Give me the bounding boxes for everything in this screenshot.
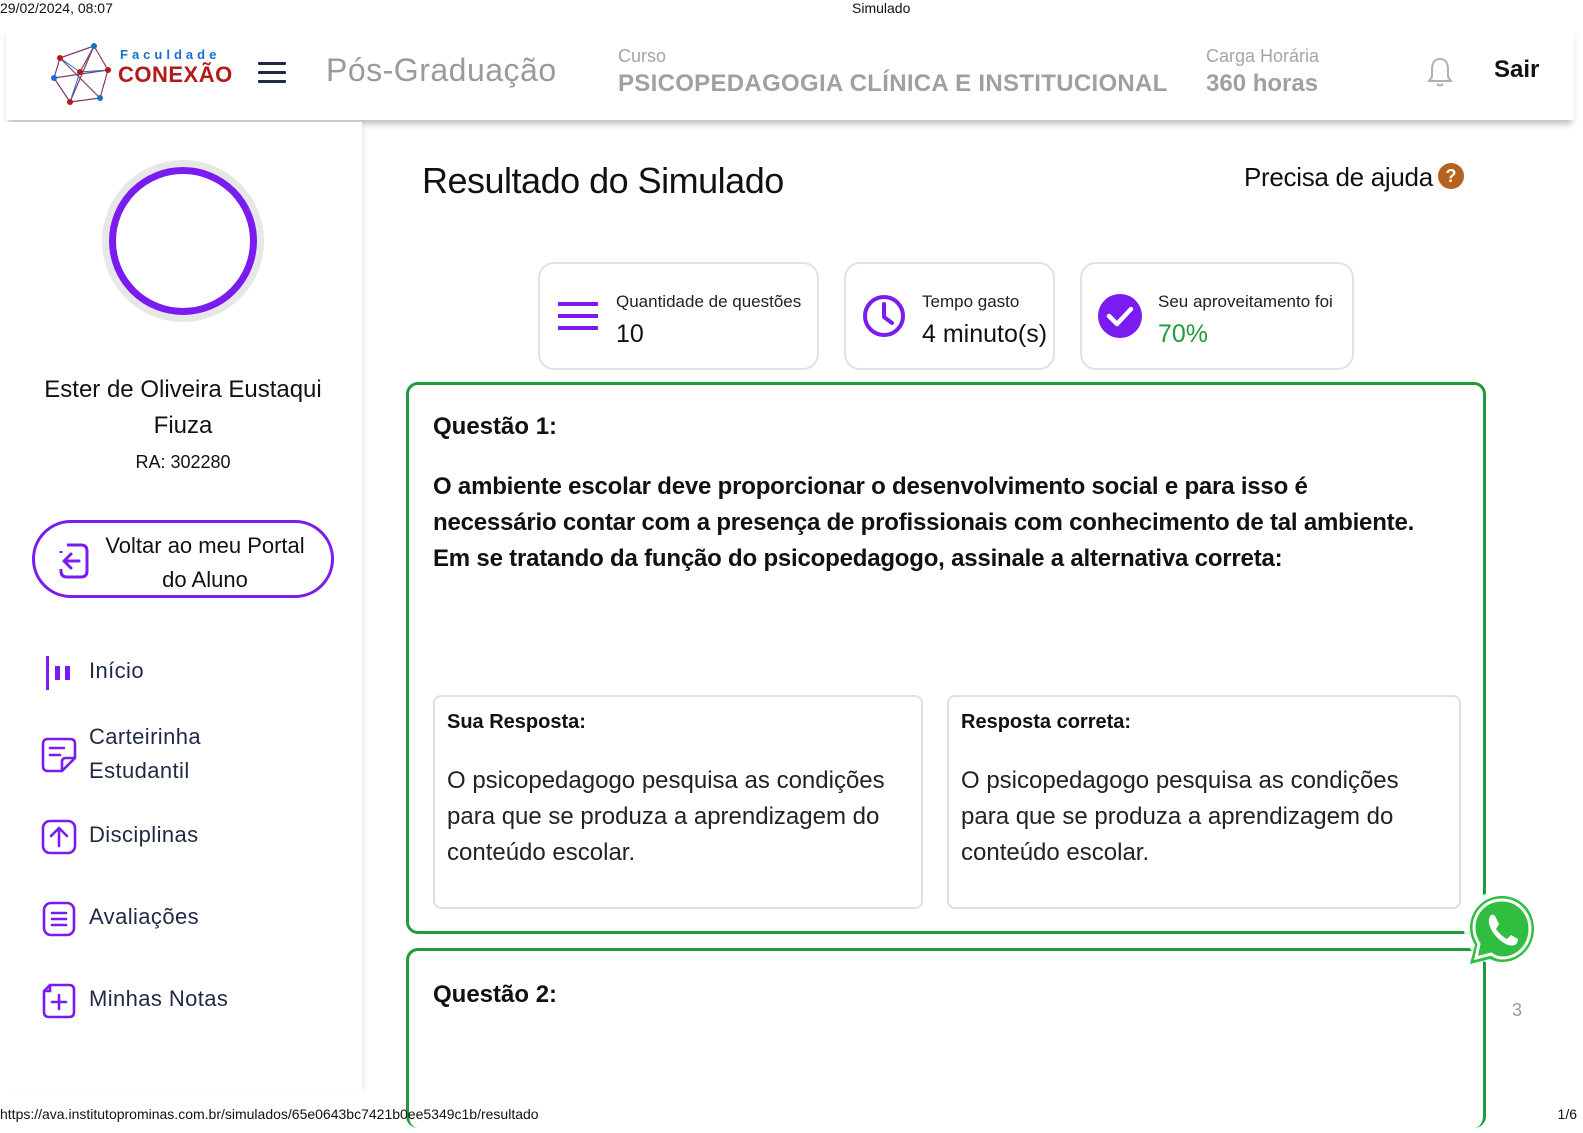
logo-small-text: Faculdade xyxy=(120,47,221,62)
correct-answer-label: Resposta correta: xyxy=(961,711,1132,733)
avatar xyxy=(102,160,264,322)
course-value: PSICOPEDAGOGIA CLÍNICA E INSTITUCIONAL xyxy=(618,70,1168,97)
stat-card-questions: Quantidade de questões 10 xyxy=(538,262,819,370)
top-bar: Faculdade CONEXÃO Pós-Graduação Curso PS… xyxy=(6,26,1574,120)
stat-value-score: 70% xyxy=(1158,320,1209,348)
menu-icon[interactable] xyxy=(258,62,286,84)
student-name: Ester de Oliveira Eustaqui Fiuza xyxy=(44,376,322,439)
bell-icon[interactable] xyxy=(1426,56,1454,88)
page-title: Resultado do Simulado xyxy=(422,160,784,201)
question-card: Questão 2: xyxy=(406,948,1486,1128)
whatsapp-icon[interactable] xyxy=(1460,888,1544,972)
correct-answer-text: O psicopedagogo pesquisa as condições pa… xyxy=(961,767,1399,866)
help-question-icon[interactable]: ? xyxy=(1438,163,1464,189)
print-title: Simulado xyxy=(852,0,911,16)
stat-label: Quantidade de questões xyxy=(616,292,802,311)
course-label: Curso xyxy=(618,46,667,66)
upload-icon xyxy=(41,819,77,855)
stat-value: 4 minuto(s) xyxy=(922,320,1048,348)
correct-answer-box: Resposta correta: O psicopedagogo pesqui… xyxy=(947,695,1461,909)
bar-chart-icon xyxy=(46,656,70,690)
sidebar-item-label: Avaliações xyxy=(89,904,199,929)
your-answer-label: Sua Resposta: xyxy=(447,711,586,733)
print-page-number: 1/6 xyxy=(1557,1106,1577,1122)
stat-card-score: Seu aproveitamento foi 70% xyxy=(1080,262,1354,370)
clock-icon xyxy=(863,295,905,337)
your-answer-text: O psicopedagogo pesquisa as condições pa… xyxy=(447,767,885,866)
logo[interactable]: Faculdade CONEXÃO xyxy=(50,42,233,106)
your-answer-box: Sua Resposta: O psicopedagogo pesquisa a… xyxy=(433,695,923,909)
program-name: Pós-Graduação xyxy=(326,52,557,88)
sidebar-item-label: Início xyxy=(89,658,144,683)
question-text: O ambiente escolar deve proporcionar o d… xyxy=(433,473,1415,572)
sidebar-item-label: Disciplinas xyxy=(89,822,199,847)
back-to-portal-button[interactable]: Voltar ao meu Portal do Aluno xyxy=(32,520,334,598)
list-lines-icon xyxy=(558,302,598,330)
sidebar: Ester de Oliveira Eustaqui Fiuza RA: 302… xyxy=(0,122,362,1094)
question-card: Questão 1: O ambiente escolar deve propo… xyxy=(406,382,1486,934)
sidebar-item-label: Minhas Notas xyxy=(89,986,229,1011)
stat-label: Tempo gasto xyxy=(922,292,1020,311)
question-title: Questão 1: xyxy=(433,413,558,440)
print-datetime: 29/02/2024, 08:07 xyxy=(0,0,113,16)
id-card-icon xyxy=(41,737,77,773)
sidebar-item-label: Carteirinha Estudantil xyxy=(89,724,202,783)
exit-arrow-icon xyxy=(59,543,89,579)
plus-note-icon xyxy=(42,983,76,1019)
back-to-portal-label: Voltar ao meu Portal do Aluno xyxy=(105,533,305,592)
hours-label: Carga Horária xyxy=(1206,46,1320,66)
help-link[interactable]: Precisa de ajuda xyxy=(1244,162,1433,193)
page-side-number: 3 xyxy=(1512,1000,1523,1020)
logout-button[interactable]: Sair xyxy=(1494,56,1539,84)
list-icon xyxy=(42,901,76,937)
student-ra: RA: 302280 xyxy=(135,452,231,472)
stat-value: 10 xyxy=(616,320,644,348)
hours-value: 360 horas xyxy=(1206,70,1319,97)
network-logo-icon xyxy=(51,43,111,105)
check-circle-icon xyxy=(1098,294,1142,338)
question-title: Questão 2: xyxy=(433,981,558,1008)
logo-big-text: CONEXÃO xyxy=(118,62,233,87)
stat-label: Seu aproveitamento foi xyxy=(1158,292,1333,311)
print-url: https://ava.institutoprominas.com.br/sim… xyxy=(0,1106,539,1122)
stat-card-time: Tempo gasto 4 minuto(s) xyxy=(844,262,1055,370)
